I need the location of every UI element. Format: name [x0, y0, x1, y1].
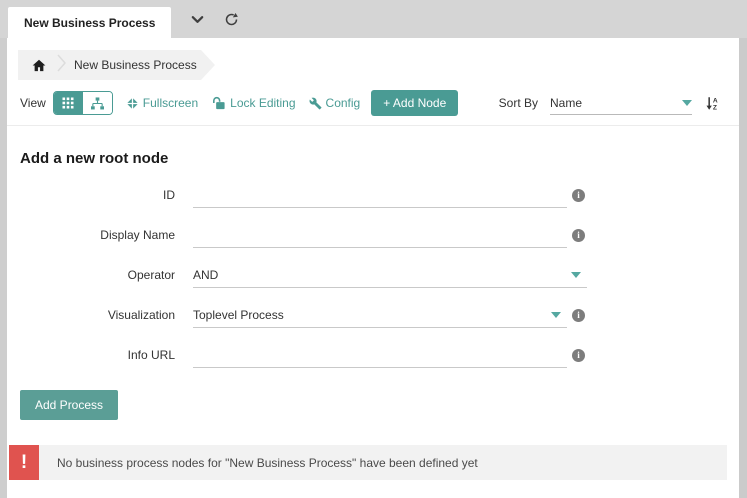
- info-icon[interactable]: i: [572, 189, 585, 202]
- alert-banner: ! No business process nodes for "New Bus…: [9, 445, 727, 480]
- svg-text:A: A: [713, 97, 718, 104]
- chevron-down-icon: [682, 100, 692, 106]
- toolbar-divider: [7, 125, 739, 126]
- id-field-wrap: [193, 182, 567, 208]
- tab-label: New Business Process: [24, 16, 155, 30]
- sort-select-value: Name: [550, 96, 682, 110]
- operator-label: Operator: [7, 268, 175, 282]
- unlock-icon: [211, 96, 226, 110]
- breadcrumb: New Business Process: [18, 50, 215, 80]
- view-label: View: [20, 96, 46, 110]
- config-label: Config: [326, 96, 361, 110]
- svg-text:Z: Z: [713, 104, 717, 110]
- operator-select-value: AND: [193, 268, 218, 282]
- id-label: ID: [7, 188, 175, 202]
- display-name-field-wrap: [193, 222, 567, 248]
- info-url-input[interactable]: [193, 342, 567, 367]
- form-row-display-name: Display Name i: [7, 215, 739, 255]
- chevron-down-icon[interactable]: [190, 12, 205, 27]
- sort-direction-icon[interactable]: A Z: [705, 96, 720, 111]
- root-node-form: ID i Display Name i Operator AND: [7, 175, 739, 375]
- tab-new-business-process[interactable]: New Business Process: [8, 7, 171, 38]
- fullscreen-button[interactable]: Fullscreen: [126, 96, 198, 110]
- add-process-button[interactable]: Add Process: [20, 390, 118, 420]
- chevron-down-icon: [571, 272, 581, 278]
- id-input[interactable]: [193, 182, 567, 207]
- view-toggle-group: [53, 91, 113, 115]
- main-content: New Business Process View: [7, 38, 739, 498]
- operator-select[interactable]: AND: [193, 262, 587, 288]
- refresh-icon[interactable]: [224, 12, 239, 27]
- app-window: New Business Process New Business Proces…: [0, 0, 747, 498]
- form-row-id: ID i: [7, 175, 739, 215]
- sort-controls: Sort By Name A Z: [499, 91, 720, 115]
- add-node-button[interactable]: + Add Node: [371, 90, 458, 116]
- alert-message: No business process nodes for "New Busin…: [39, 456, 478, 470]
- info-url-field-wrap: [193, 342, 567, 368]
- view-tree-button[interactable]: [83, 92, 112, 114]
- tab-bar: New Business Process: [0, 0, 747, 38]
- view-tiles-button[interactable]: [54, 92, 83, 114]
- form-row-visualization: Visualization Toplevel Process i: [7, 295, 739, 335]
- form-row-operator: Operator AND: [7, 255, 739, 295]
- sort-select[interactable]: Name: [550, 91, 692, 115]
- form-row-info-url: Info URL i: [7, 335, 739, 375]
- warning-icon: !: [9, 445, 39, 480]
- chevron-down-icon: [551, 312, 561, 318]
- home-icon[interactable]: [31, 58, 47, 73]
- info-icon[interactable]: i: [572, 309, 585, 322]
- info-url-label: Info URL: [7, 348, 175, 362]
- visualization-label: Visualization: [7, 308, 175, 322]
- breadcrumb-item[interactable]: New Business Process: [74, 58, 197, 72]
- fullscreen-label: Fullscreen: [143, 96, 198, 110]
- breadcrumb-separator-icon: [56, 53, 67, 78]
- left-gutter: [0, 38, 7, 498]
- info-icon[interactable]: i: [572, 229, 585, 242]
- scrollbar-track[interactable]: [739, 38, 747, 498]
- display-name-label: Display Name: [7, 228, 175, 242]
- tree-icon: [90, 97, 105, 110]
- fullscreen-icon: [126, 97, 139, 110]
- visualization-select-value: Toplevel Process: [193, 308, 284, 322]
- grid-icon: [62, 97, 74, 109]
- visualization-select[interactable]: Toplevel Process: [193, 302, 567, 328]
- sort-by-label: Sort By: [499, 96, 538, 110]
- wrench-icon: [309, 97, 322, 110]
- lock-editing-button[interactable]: Lock Editing: [211, 96, 295, 110]
- page-title: Add a new root node: [20, 150, 739, 167]
- display-name-input[interactable]: [193, 222, 567, 247]
- info-icon[interactable]: i: [572, 349, 585, 362]
- toolbar: View: [7, 90, 739, 116]
- lock-editing-label: Lock Editing: [230, 96, 295, 110]
- config-button[interactable]: Config: [309, 96, 361, 110]
